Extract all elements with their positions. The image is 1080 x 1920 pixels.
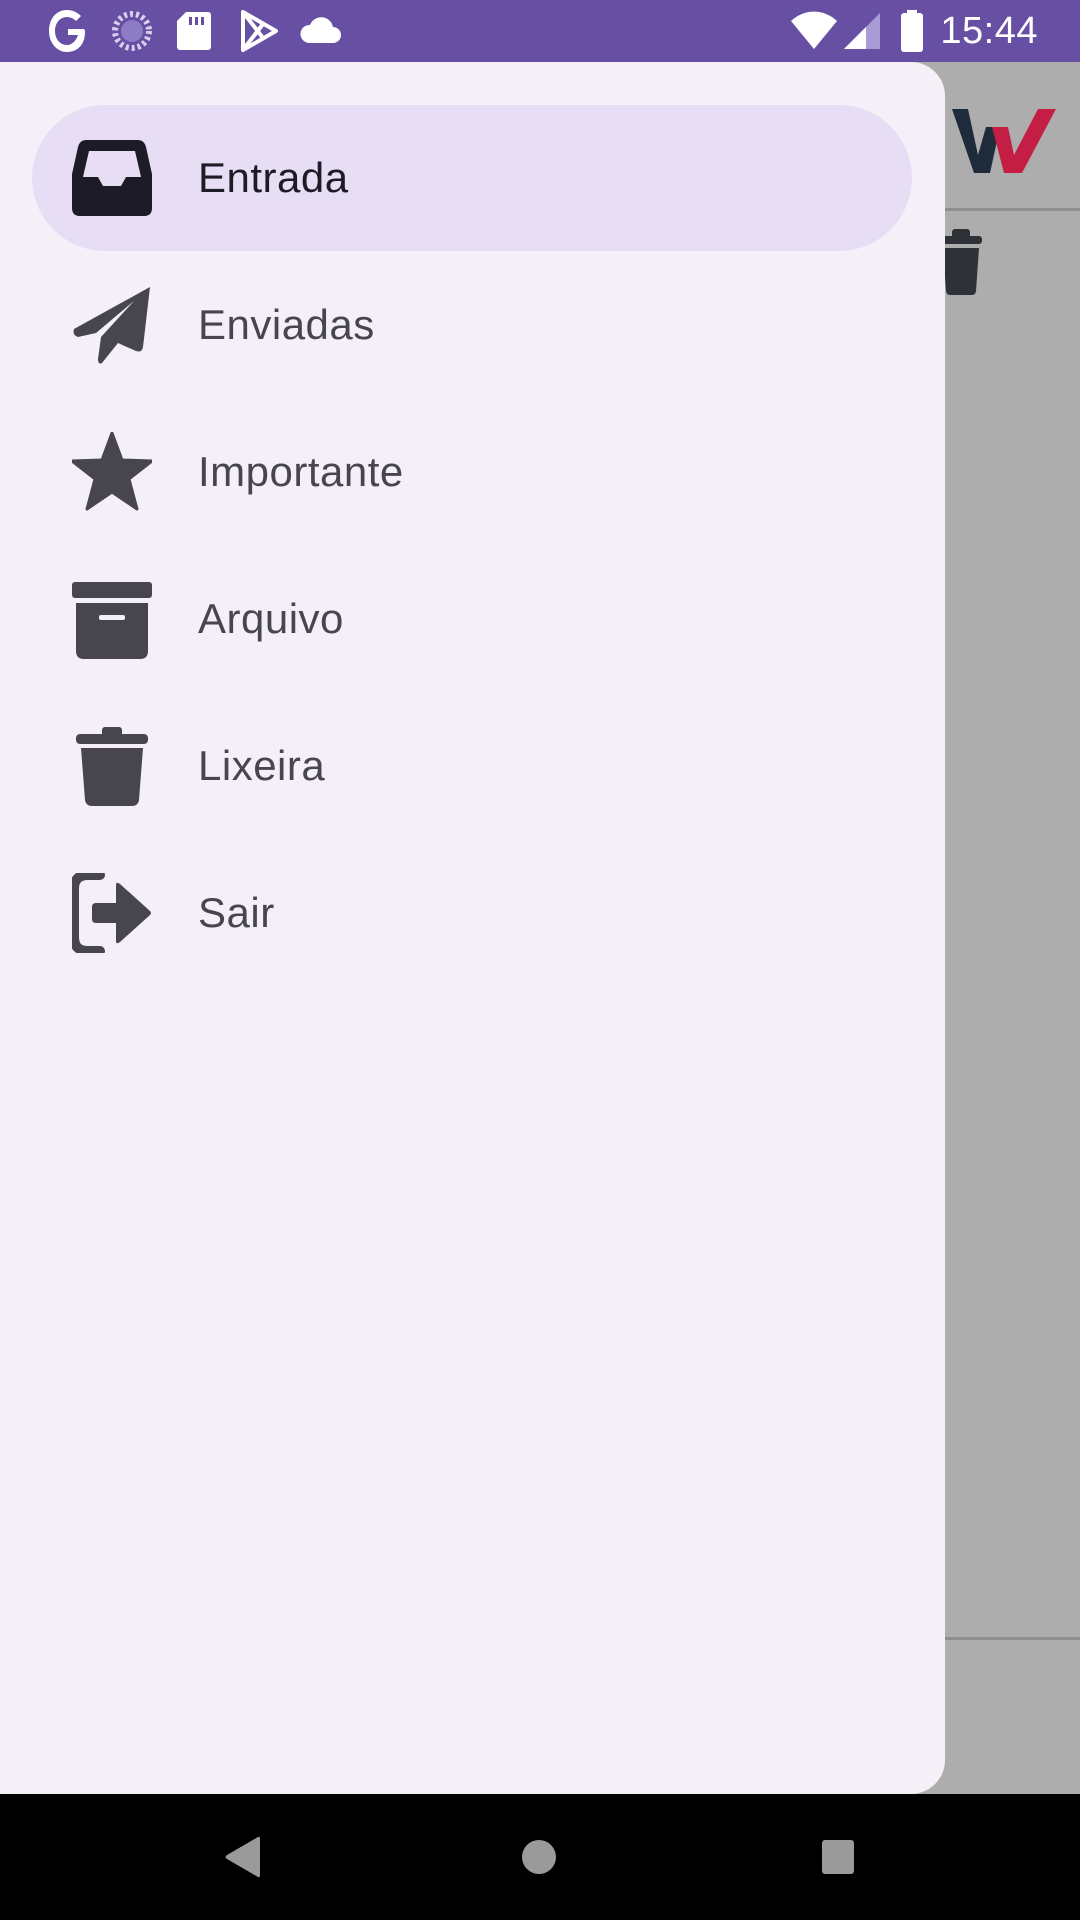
drawer-item-enviadas[interactable]: Enviadas	[32, 252, 912, 398]
drawer-item-label: Enviadas	[198, 301, 375, 348]
loading-icon	[112, 11, 152, 51]
sd-card-icon	[177, 12, 211, 50]
recents-icon[interactable]	[818, 1834, 858, 1880]
signal-icon	[844, 13, 880, 49]
google-icon	[49, 10, 85, 52]
status-bar: 15:44	[0, 0, 1080, 62]
drawer-item-label: Entrada	[198, 154, 349, 201]
drawer-item-arquivo[interactable]: Arquivo	[32, 546, 912, 692]
navigation-drawer: Entrada Enviadas Importante Arquivo Lixe…	[0, 62, 945, 1794]
star-icon	[72, 432, 152, 511]
drawer-item-entrada[interactable]: Entrada	[32, 105, 912, 251]
status-time: 15:44	[940, 10, 1038, 52]
brand-logo-icon	[952, 109, 1056, 173]
drawer-item-label: Arquivo	[198, 595, 344, 642]
inbox-icon	[72, 140, 152, 216]
drawer-item-sair[interactable]: Sair	[32, 840, 912, 986]
play-store-icon	[241, 10, 278, 52]
wifi-icon	[791, 11, 837, 49]
drawer-item-lixeira[interactable]: Lixeira	[32, 693, 912, 839]
drawer-item-label: Sair	[198, 889, 275, 936]
navigation-bar	[0, 1794, 1080, 1920]
divider	[945, 208, 1080, 211]
drawer-item-label: Importante	[198, 448, 404, 495]
drawer-item-importante[interactable]: Importante	[32, 399, 912, 545]
archive-icon	[72, 582, 152, 659]
battery-icon	[901, 10, 923, 52]
paper-plane-icon	[73, 287, 150, 364]
drawer-item-label: Lixeira	[198, 742, 326, 789]
cloud-icon	[300, 17, 341, 43]
home-icon[interactable]	[519, 1834, 559, 1880]
back-icon[interactable]	[222, 1834, 262, 1880]
sign-out-icon	[72, 873, 151, 953]
trash-icon	[76, 727, 148, 806]
divider	[945, 1637, 1080, 1640]
